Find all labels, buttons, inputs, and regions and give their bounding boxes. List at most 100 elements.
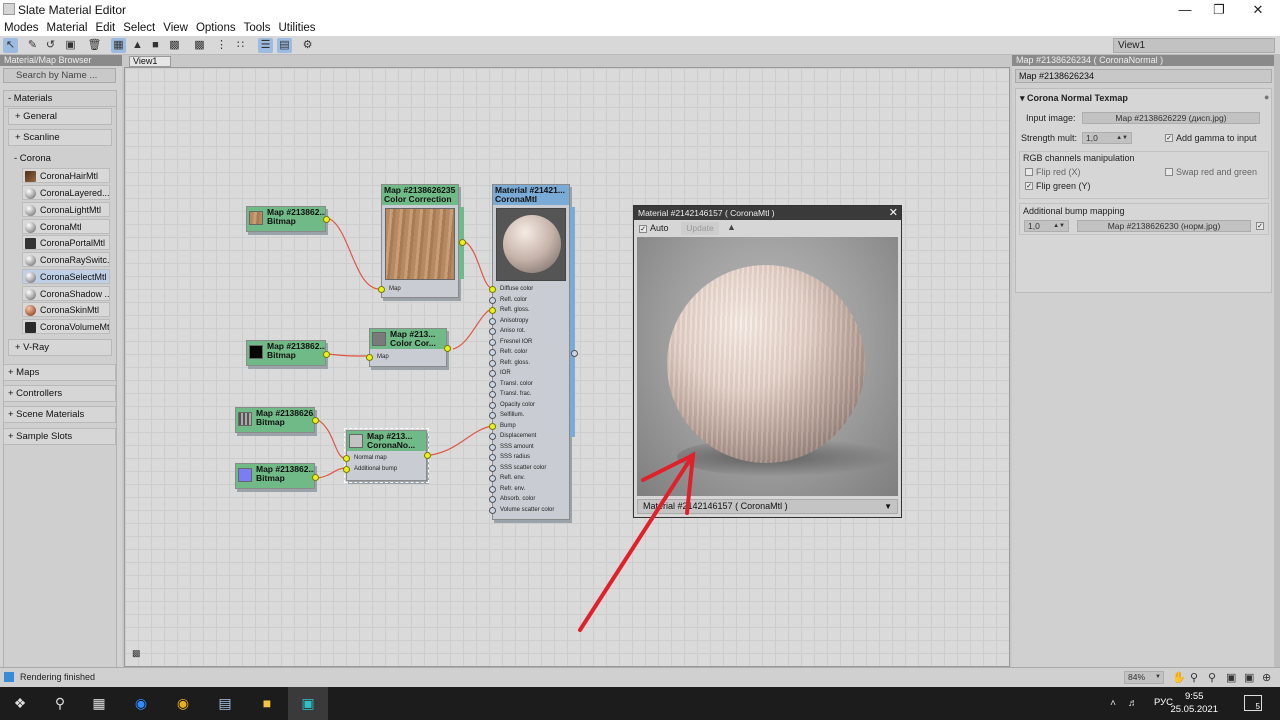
move-children-icon[interactable]: ▦ bbox=[111, 38, 126, 53]
category-general[interactable]: + General bbox=[8, 108, 112, 125]
hide-unused-icon[interactable]: ▲ bbox=[130, 38, 145, 53]
background-icon[interactable]: ▩ bbox=[167, 38, 182, 53]
node-corona-material[interactable]: Material #21421... CoronaMtl Diffuse colo… bbox=[489, 184, 578, 520]
select-by-material-icon[interactable]: ⚙ bbox=[300, 38, 315, 53]
menu-select[interactable]: Select bbox=[119, 20, 159, 36]
delete-icon[interactable]: 🗑 bbox=[87, 38, 102, 53]
input-port[interactable] bbox=[489, 391, 496, 398]
zoom-region-icon[interactable]: ⚲ bbox=[1208, 671, 1216, 684]
input-port[interactable] bbox=[489, 443, 496, 451]
output-port[interactable] bbox=[312, 474, 319, 481]
category-controllers[interactable]: + Controllers bbox=[3, 385, 116, 402]
scrollbar[interactable] bbox=[1274, 55, 1280, 667]
node-bitmap[interactable]: Map #213862... Bitmap bbox=[235, 463, 319, 489]
layout-children-icon[interactable]: ⋮ bbox=[214, 38, 229, 53]
search-input[interactable]: Search by Name ... bbox=[3, 68, 116, 83]
select-tool-icon[interactable]: ↖ bbox=[3, 38, 18, 53]
layout-all-icon[interactable]: ∷ bbox=[233, 38, 248, 53]
node-bitmap[interactable]: Map #2138626... Bitmap bbox=[235, 407, 319, 433]
put-to-scene-icon[interactable]: ↺ bbox=[43, 38, 58, 53]
input-port[interactable] bbox=[489, 328, 496, 335]
category-materials[interactable]: - Materials bbox=[4, 91, 116, 107]
list-item[interactable]: CoronaVolumeMtl bbox=[22, 319, 110, 334]
flip-red-checkbox[interactable] bbox=[1025, 168, 1033, 176]
search-icon[interactable]: ⚲ bbox=[40, 687, 80, 720]
clock[interactable]: 9:55 25.05.2021 bbox=[1170, 690, 1218, 716]
category-sample-slots[interactable]: + Sample Slots bbox=[3, 428, 116, 445]
assign-material-icon[interactable]: ▣ bbox=[63, 38, 78, 53]
pan-to-selected-icon[interactable]: ⊕ bbox=[1262, 671, 1271, 684]
navigator-icon[interactable]: ▩ bbox=[132, 648, 144, 659]
input-port[interactable] bbox=[489, 506, 496, 514]
input-port[interactable] bbox=[489, 401, 496, 409]
category-corona[interactable]: - Corona bbox=[8, 151, 112, 167]
menu-utilities[interactable]: Utilities bbox=[274, 20, 319, 36]
input-port[interactable] bbox=[343, 455, 350, 462]
node-color-correction[interactable]: Map #213... Color Cor... Map bbox=[366, 328, 451, 367]
strength-spinner[interactable]: 1,0 ▲▼ bbox=[1082, 132, 1132, 144]
input-port[interactable] bbox=[489, 349, 496, 356]
input-port[interactable] bbox=[489, 380, 496, 388]
input-port[interactable] bbox=[489, 370, 496, 377]
output-port[interactable] bbox=[571, 350, 578, 357]
input-port[interactable] bbox=[489, 454, 496, 461]
zoom-select[interactable]: 84% ▼ bbox=[1124, 671, 1164, 684]
category-vray[interactable]: + V-Ray bbox=[8, 339, 112, 356]
input-port[interactable] bbox=[366, 354, 373, 361]
output-port[interactable] bbox=[323, 351, 330, 358]
list-item[interactable]: CoronaPortalMtl bbox=[22, 235, 110, 250]
input-port[interactable] bbox=[489, 296, 496, 304]
input-port[interactable] bbox=[489, 307, 496, 314]
pick-material-icon[interactable]: ✎ bbox=[25, 38, 40, 53]
add-gamma-checkbox[interactable]: ✓ bbox=[1165, 134, 1173, 142]
notification-icon[interactable]: 5 bbox=[1244, 695, 1262, 711]
update-button[interactable]: Update bbox=[681, 222, 719, 235]
list-item[interactable]: CoronaHairMtl bbox=[22, 168, 110, 183]
menu-edit[interactable]: Edit bbox=[91, 20, 119, 36]
task-view-icon[interactable]: ▦ bbox=[79, 687, 119, 720]
category-maps[interactable]: + Maps bbox=[3, 364, 116, 381]
menu-options[interactable]: Options bbox=[192, 20, 240, 36]
input-port[interactable] bbox=[489, 464, 496, 472]
list-item[interactable]: CoronaSelectMtl bbox=[22, 269, 110, 284]
zoom-extents-icon[interactable]: ▣ bbox=[1226, 671, 1236, 684]
input-port[interactable] bbox=[489, 317, 496, 325]
input-port[interactable] bbox=[489, 286, 496, 293]
preview-material-select[interactable]: Material #2142146157 ( CoronaMtl ) ▼ bbox=[637, 499, 898, 514]
node-bitmap[interactable]: Map #213862... Bitmap bbox=[246, 206, 330, 232]
input-port[interactable] bbox=[489, 485, 496, 493]
speaker-icon[interactable]: ♬ bbox=[1125, 687, 1141, 720]
show-hidden-icons[interactable]: ˄ bbox=[1105, 687, 1121, 720]
flip-green-checkbox[interactable]: ✓ bbox=[1025, 182, 1033, 190]
windows-start-icon[interactable]: ❖ bbox=[0, 687, 40, 720]
list-item[interactable]: CoronaMtl bbox=[22, 219, 110, 234]
node-color-correction[interactable]: Map #2138626235 Color Correction Map bbox=[378, 184, 466, 298]
rollout-title[interactable]: ▾ Corona Normal Texmap bbox=[1020, 93, 1128, 104]
chrome-icon[interactable]: ◉ bbox=[163, 687, 203, 720]
output-port[interactable] bbox=[459, 239, 466, 246]
output-port[interactable] bbox=[424, 452, 431, 459]
menu-view[interactable]: View bbox=[159, 20, 192, 36]
category-scanline[interactable]: + Scanline bbox=[8, 129, 112, 146]
close-icon[interactable]: ✕ bbox=[889, 206, 898, 220]
input-port[interactable] bbox=[489, 338, 496, 346]
output-port[interactable] bbox=[323, 216, 330, 223]
output-port[interactable] bbox=[312, 417, 319, 424]
input-port[interactable] bbox=[343, 466, 350, 473]
menu-modes[interactable]: Modes bbox=[0, 20, 43, 36]
menu-material[interactable]: Material bbox=[43, 20, 92, 36]
show-map-icon[interactable]: ■ bbox=[148, 38, 163, 53]
bump-amount-spinner[interactable]: 1,0 ▲▼ bbox=[1024, 220, 1069, 232]
menu-tools[interactable]: Tools bbox=[240, 20, 275, 36]
list-item[interactable]: CoronaSkinMtl bbox=[22, 302, 110, 317]
layout-icon[interactable]: ▩ bbox=[192, 38, 207, 53]
input-port[interactable] bbox=[489, 433, 496, 440]
pan-icon[interactable]: ✋ bbox=[1172, 671, 1186, 684]
list-item[interactable]: CoronaShadow ... bbox=[22, 286, 110, 301]
category-scene-materials[interactable]: + Scene Materials bbox=[3, 406, 116, 423]
input-port[interactable] bbox=[489, 359, 496, 367]
zoom-selected-icon[interactable]: ▣ bbox=[1244, 671, 1254, 684]
swap-red-green-checkbox[interactable] bbox=[1165, 168, 1173, 176]
list-item[interactable]: CoronaLightMtl bbox=[22, 202, 110, 217]
input-port[interactable] bbox=[489, 422, 496, 430]
